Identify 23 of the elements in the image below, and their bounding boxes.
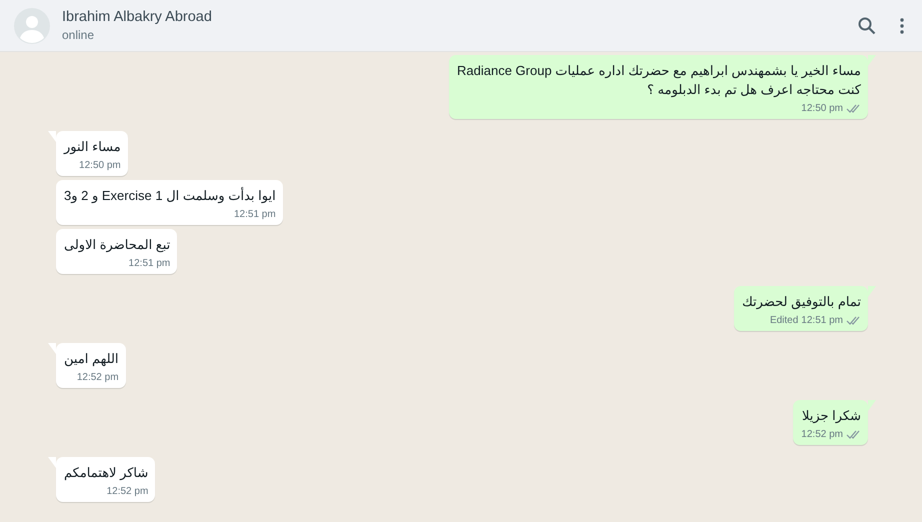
message-text: شكرا جزيلا [801, 407, 861, 425]
search-icon [858, 16, 876, 34]
message-time: 12:52 pm [801, 429, 843, 440]
edited-label: Edited [770, 315, 798, 326]
message-text: مساء النور [64, 138, 121, 156]
message-time: 12:51 pm [234, 209, 276, 220]
message-time: 12:52 pm [76, 372, 119, 383]
avatar-icon [14, 8, 50, 44]
message-time: 12:50 pm [79, 160, 121, 171]
message-time: 12:50 pm [801, 103, 843, 114]
message-text: مساء الخير يا بشمهندس ابراهيم مع حضرتك اداره عمليات Radiance Group [457, 62, 861, 80]
message-time: 12:52 pm [106, 486, 148, 497]
message-text: كنت محتاجه اعرف هل تم بدء الدبلومه ؟ [646, 81, 861, 99]
message-text: اللهم امين [64, 350, 119, 368]
message-time: 12:51 pm [801, 315, 843, 326]
message-text: شاكر لاهتمامكم [64, 464, 148, 482]
message-time: 12:51 pm [128, 258, 170, 269]
contact-name: Ibrahim Albakry Abroad [62, 9, 213, 25]
message-text: ايوا بدأت وسلمت ال Exercise 1 و 2 و3 [64, 186, 276, 205]
menu-icon [900, 18, 904, 34]
message-text: تمام بالتوفيق لحضرتك [742, 293, 861, 311]
contact-status: online [62, 28, 96, 42]
message-text: تبع المحاضرة الاولى [64, 236, 170, 254]
